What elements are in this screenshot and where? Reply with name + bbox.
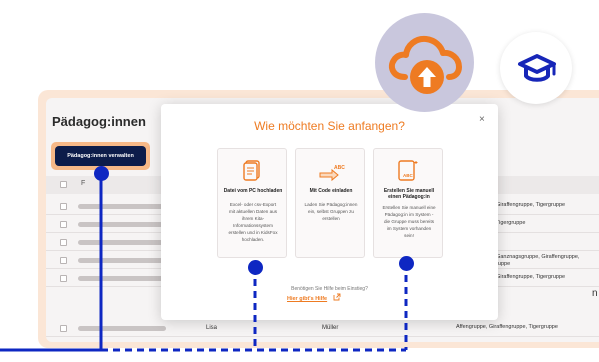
- callout-dot-upload: [248, 260, 263, 275]
- option-description: Erstellen Sie manuell eine Pädagog:in im…: [382, 205, 436, 238]
- manual-create-option[interactable]: ABC Erstellen Sie manuell einen Pädagog:…: [373, 148, 443, 258]
- file-upload-icon: [243, 160, 260, 181]
- row-groups: Affengruppe, Giraffengruppe, Tigergruppe: [456, 324, 558, 330]
- manual-create-icon: ABC: [398, 160, 418, 181]
- code-invite-option[interactable]: ABC Mit Code einladen Laden Sie Pädagog:…: [295, 148, 365, 258]
- blurred-name-placeholder: [78, 204, 166, 209]
- help-question: Benötigen Sie Hilfe beim Einstieg?: [291, 286, 368, 292]
- svg-text:ABC: ABC: [403, 173, 413, 178]
- cropped-side-text: n: [592, 288, 598, 299]
- graduation-badge: [500, 32, 572, 104]
- row-checkbox[interactable]: [60, 203, 67, 210]
- blurred-name-placeholder: [78, 276, 166, 281]
- option-title: Mit Code einladen: [309, 188, 353, 194]
- graduation-cap-icon: [518, 54, 556, 82]
- upload-file-option[interactable]: Datei vom PC hochladen Excel- oder csv-E…: [217, 148, 287, 258]
- callout-dot-manage: [94, 166, 109, 181]
- row-checkbox[interactable]: [60, 239, 67, 246]
- option-description: Laden Sie Pädagog:innen ein, selbst Grup…: [304, 202, 358, 221]
- row-checkbox[interactable]: [60, 221, 67, 228]
- header-first-name: F: [81, 180, 86, 187]
- row-last-name: Müller: [322, 325, 339, 331]
- option-title: Datei vom PC hochladen: [223, 188, 283, 194]
- blurred-name-placeholder: [78, 326, 166, 331]
- row-checkbox[interactable]: [60, 325, 67, 332]
- page-title: Pädagog:innen: [52, 114, 146, 129]
- row-groups: , Ganznagsgruppe, Giraffengruppe,gruppe: [493, 254, 580, 267]
- option-description: Excel- oder csv-Export mit aktuellen Dat…: [228, 202, 278, 242]
- modal-title: Wie möchten Sie anfangen?: [254, 119, 405, 133]
- external-link-icon[interactable]: [333, 293, 341, 301]
- callout-dot-manual: [399, 256, 414, 271]
- code-invite-icon: ABC: [319, 165, 345, 182]
- row-groups: , Giraffengruppe, Tigergruppe: [493, 274, 566, 280]
- option-title: Erstellen Sie manuell einen Pädagog:in: [383, 188, 435, 200]
- svg-text:ABC: ABC: [334, 165, 345, 171]
- manage-educators-button[interactable]: Pädagog:innen verwalten: [55, 146, 146, 166]
- close-icon[interactable]: ×: [479, 114, 485, 125]
- start-options-modal: Wie möchten Sie anfangen? × Datei vom PC…: [161, 104, 498, 320]
- blurred-name-placeholder: [78, 258, 166, 263]
- cloud-upload-icon: [388, 35, 462, 94]
- help-link[interactable]: Hier gibt's Hilfe: [287, 296, 327, 302]
- row-first-name: Lisa: [206, 325, 218, 331]
- row-groups: , Giraffengruppe, Tigergruppe: [493, 202, 566, 208]
- blurred-name-placeholder: [78, 222, 166, 227]
- row-checkbox[interactable]: [60, 275, 67, 282]
- screenshot-stage: Pädagog:innen Pädagog:innen verwalten F …: [0, 0, 599, 362]
- row-checkbox[interactable]: [60, 257, 67, 264]
- blurred-name-placeholder: [78, 240, 166, 245]
- cloud-upload-badge: [375, 13, 474, 112]
- select-all-checkbox[interactable]: [60, 181, 67, 188]
- table-row[interactable]: Lisa Müller Affengruppe, Giraffengruppe,…: [46, 320, 599, 337]
